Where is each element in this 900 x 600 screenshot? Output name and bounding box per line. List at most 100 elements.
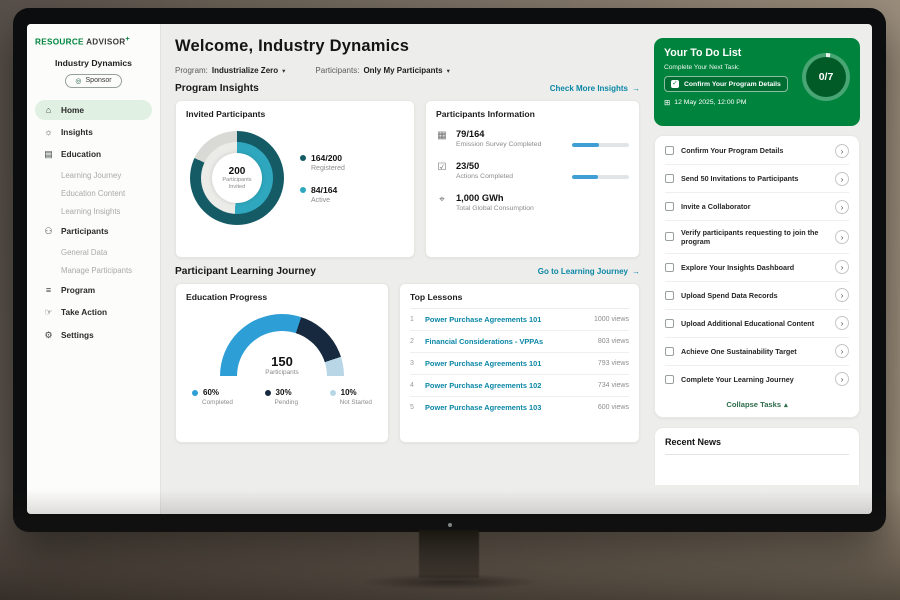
lesson-link[interactable]: Power Purchase Agreements 103 (425, 403, 590, 412)
lesson-rank: 1 (410, 316, 417, 323)
task-checkbox[interactable] (665, 202, 674, 211)
sponsor-icon: ◎ (75, 77, 81, 85)
task-row-send-invitations[interactable]: Send 50 Invitations to Participants › (665, 165, 849, 193)
lesson-row: 5 Power Purchase Agreements 103 600 view… (410, 397, 629, 418)
gauge-center-value: 150 (220, 354, 344, 369)
program-filter-label: Program: (175, 66, 208, 75)
chevron-down-icon: ▾ (282, 67, 285, 75)
participants-filter[interactable]: Participants: Only My Participants ▾ (315, 66, 449, 75)
lesson-views: 793 views (598, 360, 629, 367)
stat-value: 79/164 (456, 129, 564, 139)
task-checkbox[interactable] (665, 375, 674, 384)
sidebar-item-participants[interactable]: ⚇ Participants (35, 221, 152, 242)
registered-label: Registered (311, 165, 345, 172)
nav-label: Home (61, 105, 84, 115)
chevron-right-icon: › (841, 174, 844, 184)
stat-label: Emission Survey Completed (456, 141, 564, 149)
stat-label: Total Global Consumption (456, 205, 534, 213)
task-row-achieve-target[interactable]: Achieve One Sustainability Target › (665, 338, 849, 366)
education-gauge-chart: 150 Participants (220, 314, 344, 376)
stat-actions-completed: ☑ 23/50 Actions Completed (436, 151, 629, 183)
task-label: Confirm Your Program Details (681, 146, 828, 155)
sidebar-item-education-content[interactable]: Education Content (35, 185, 152, 202)
lesson-link[interactable]: Power Purchase Agreements 101 (425, 359, 590, 368)
task-chevron-button[interactable]: › (835, 288, 849, 302)
checkbox-icon: ✓ (671, 80, 679, 88)
program-filter[interactable]: Program: Industrialize Zero ▾ (175, 66, 285, 75)
task-checkbox[interactable] (665, 319, 674, 328)
lesson-link[interactable]: Financial Considerations - VPPAs (425, 337, 590, 346)
sidebar-item-education[interactable]: ▤ Education (35, 144, 152, 165)
task-checkbox[interactable] (665, 347, 674, 356)
todo-progress-value: 0/7 (806, 57, 846, 97)
task-chevron-button[interactable]: › (835, 372, 849, 386)
sidebar-item-take-action[interactable]: ☞ Take Action (35, 302, 152, 323)
nav-label: Participants (61, 226, 109, 236)
sidebar-item-settings[interactable]: ⚙ Settings (35, 325, 152, 346)
task-row-verify-participants[interactable]: Verify participants requesting to join t… (665, 221, 849, 254)
task-row-explore-insights[interactable]: Explore Your Insights Dashboard › (665, 254, 849, 282)
lesson-rank: 5 (410, 404, 417, 411)
active-label: Active (311, 197, 345, 204)
task-checkbox[interactable] (665, 291, 674, 300)
org-name: Industry Dynamics (35, 58, 152, 68)
sidebar-item-general-data[interactable]: General Data (35, 244, 152, 261)
task-chevron-button[interactable]: › (835, 260, 849, 274)
sidebar-item-learning-journey[interactable]: Learning Journey (35, 167, 152, 184)
task-chevron-button[interactable]: › (835, 230, 849, 244)
collapse-tasks-link[interactable]: Collapse Tasks▴ (665, 393, 849, 417)
lesson-link[interactable]: Power Purchase Agreements 101 (425, 315, 586, 324)
section-title: Program Insights (175, 83, 259, 94)
sidebar-item-insights[interactable]: ☼ Insights (35, 122, 152, 142)
desk-scene: RESOURCE ADVISOR+ Industry Dynamics ◎ Sp… (0, 0, 900, 600)
check-more-insights-link[interactable]: Check More Insights → (550, 84, 640, 93)
section-title: Participant Learning Journey (175, 266, 316, 277)
sidebar-item-program[interactable]: ≡ Program (35, 280, 152, 300)
chevron-right-icon: › (841, 290, 844, 300)
recent-news-section: Recent News (654, 427, 860, 485)
pending-dot (265, 390, 271, 396)
calendar-icon: ⊞ (664, 98, 670, 107)
chevron-right-icon: › (841, 346, 844, 356)
sidebar-item-learning-insights[interactable]: Learning Insights (35, 203, 152, 220)
task-chevron-button[interactable]: › (835, 144, 849, 158)
task-label: Invite a Collaborator (681, 202, 828, 211)
progress-fill (572, 175, 598, 179)
task-chevron-button[interactable]: › (835, 316, 849, 330)
todo-progress-ring: 0/7 (802, 53, 850, 101)
lesson-views: 600 views (598, 404, 629, 411)
task-row-invite-collaborator[interactable]: Invite a Collaborator › (665, 193, 849, 221)
sidebar-item-manage-participants[interactable]: Manage Participants (35, 262, 152, 279)
nav-label: Take Action (61, 307, 107, 317)
task-checkbox[interactable] (665, 263, 674, 272)
program-filter-value: Industrialize Zero (212, 66, 278, 75)
task-chevron-button[interactable]: › (835, 344, 849, 358)
sidebar: RESOURCE ADVISOR+ Industry Dynamics ◎ Sp… (27, 24, 161, 514)
stand-shadow (360, 574, 540, 590)
task-row-upload-spend-data[interactable]: Upload Spend Data Records › (665, 282, 849, 310)
stat-value: 23/50 (456, 161, 564, 171)
task-chevron-button[interactable]: › (835, 172, 849, 186)
completed-value: 60% (203, 388, 219, 397)
lesson-row: 2 Financial Considerations - VPPAs 803 v… (410, 331, 629, 353)
lesson-link[interactable]: Power Purchase Agreements 102 (425, 381, 590, 390)
task-row-confirm-program[interactable]: Confirm Your Program Details › (665, 137, 849, 165)
task-chevron-button[interactable]: › (835, 200, 849, 214)
go-to-learning-journey-link[interactable]: Go to Learning Journey → (538, 267, 640, 276)
card-title: Top Lessons (410, 292, 629, 309)
sidebar-item-home[interactable]: ⌂ Home (35, 100, 152, 120)
task-checkbox[interactable] (665, 146, 674, 155)
divider (665, 454, 849, 455)
task-row-upload-educational-content[interactable]: Upload Additional Educational Content › (665, 310, 849, 338)
task-checkbox[interactable] (665, 174, 674, 183)
task-row-complete-learning-journey[interactable]: Complete Your Learning Journey › (665, 366, 849, 393)
task-label: Upload Additional Educational Content (681, 319, 828, 328)
arrow-right-icon: → (632, 267, 640, 276)
next-task-chip[interactable]: ✓ Confirm Your Program Details (664, 76, 788, 92)
sponsor-badge[interactable]: ◎ Sponsor (65, 74, 121, 88)
task-label: Complete Your Learning Journey (681, 375, 828, 384)
registered-dot (300, 155, 306, 161)
sidebar-nav: ⌂ Home ☼ Insights ▤ Education Learning J… (35, 100, 152, 348)
active-value: 84/164 (311, 185, 337, 195)
task-checkbox[interactable] (665, 232, 674, 241)
